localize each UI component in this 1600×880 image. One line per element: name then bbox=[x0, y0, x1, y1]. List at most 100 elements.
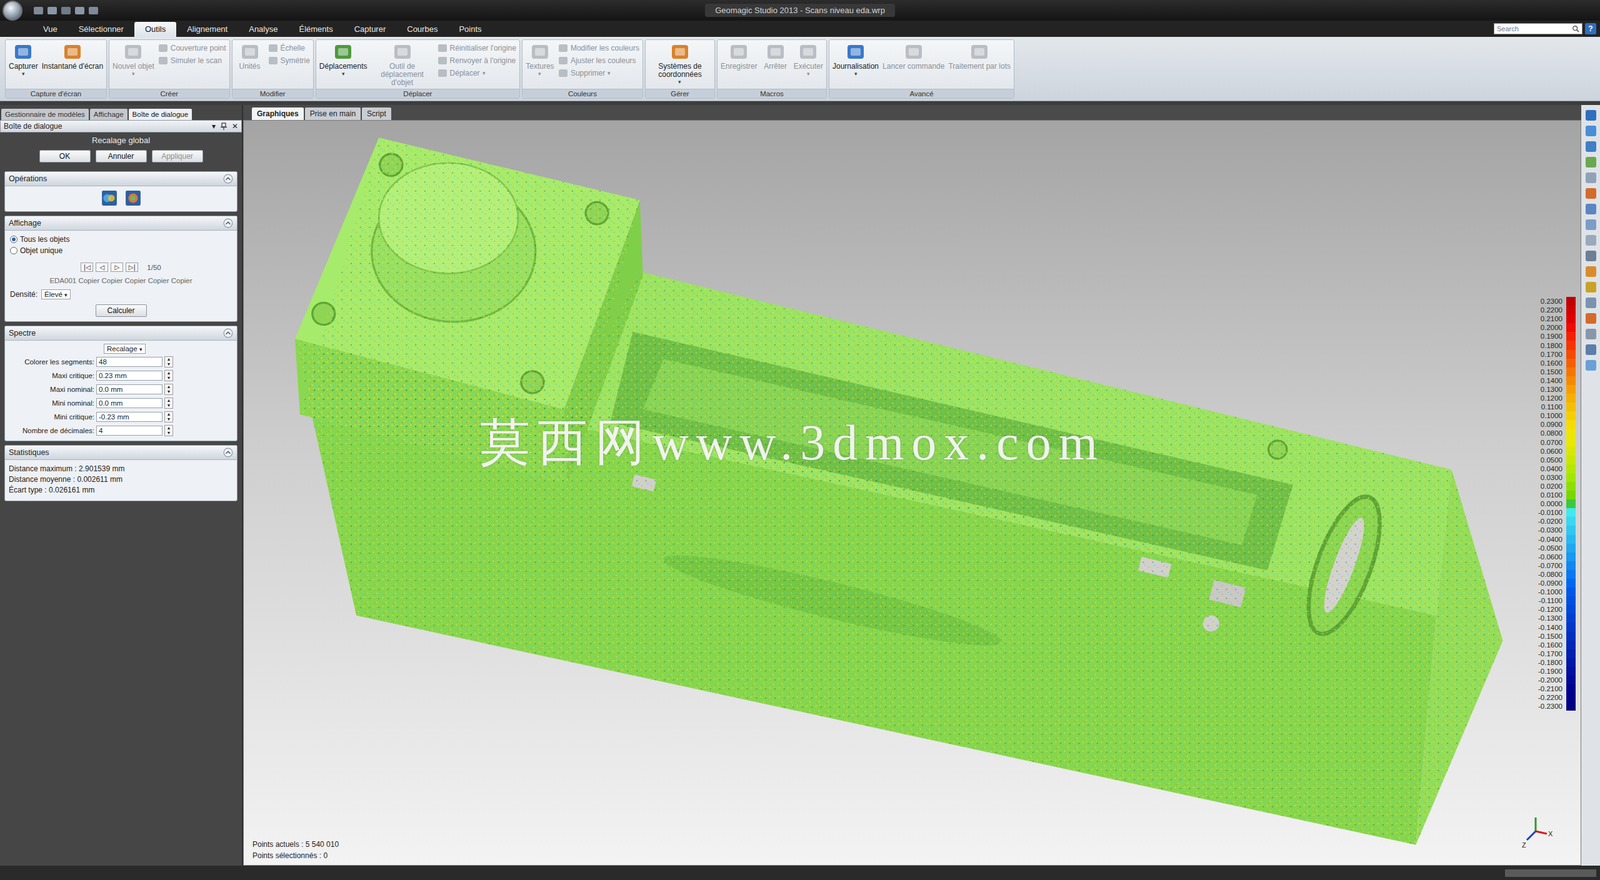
navigation-button[interactable]: ▷ bbox=[110, 262, 124, 272]
spectrum-mode-dropdown[interactable]: Recalage ▾ bbox=[103, 343, 146, 354]
collapse-icon[interactable] bbox=[223, 218, 234, 229]
navigation-button[interactable]: ◁ bbox=[95, 262, 109, 272]
align-operation-icon[interactable] bbox=[101, 190, 118, 207]
scan-model[interactable] bbox=[243, 120, 1581, 865]
ribbon-button[interactable]: Déplacements▾ bbox=[319, 41, 368, 77]
menu-tab[interactable]: Points bbox=[448, 21, 492, 37]
ribbon-button[interactable]: Lancer commande bbox=[882, 41, 945, 71]
navigation-button[interactable]: |◁ bbox=[80, 262, 94, 272]
field-input[interactable]: 4 bbox=[96, 425, 163, 436]
ribbon-button[interactable]: Exécuter▾ bbox=[793, 41, 824, 77]
density-dropdown[interactable]: Élevé ▾ bbox=[41, 289, 71, 300]
menu-tab[interactable]: Courbes bbox=[396, 21, 449, 37]
view-tool-icon[interactable] bbox=[1585, 297, 1597, 309]
view-tool-icon[interactable] bbox=[1585, 172, 1597, 184]
dialog-menu-button[interactable]: ▾ bbox=[211, 121, 216, 131]
collapse-icon[interactable] bbox=[223, 328, 234, 339]
ribbon-button[interactable]: Nouvel objet▾ bbox=[112, 41, 155, 77]
search-field[interactable]: Search bbox=[1493, 23, 1583, 35]
spinner[interactable]: ▴▾ bbox=[164, 425, 174, 437]
view-tool-icon[interactable] bbox=[1585, 141, 1597, 152]
dialog-button[interactable]: Annuler bbox=[95, 150, 147, 163]
ribbon-button[interactable]: Traitement par lots bbox=[948, 41, 1011, 71]
menu-tab[interactable]: Capturer bbox=[343, 21, 397, 37]
view-tool-icon[interactable] bbox=[1585, 266, 1597, 277]
view-tab[interactable]: Prise en main bbox=[305, 107, 361, 120]
menu-tab[interactable]: Vue bbox=[32, 21, 69, 37]
section-header[interactable]: Opérations bbox=[5, 171, 237, 187]
field-input[interactable]: 0.0 mm bbox=[96, 398, 163, 409]
spinner[interactable]: ▴▾ bbox=[164, 383, 174, 395]
ribbon-button[interactable]: Arrêter bbox=[761, 41, 790, 71]
field-input[interactable]: 0.23 mm bbox=[96, 370, 163, 381]
view-tool-icon[interactable] bbox=[1585, 235, 1597, 246]
collapse-icon[interactable] bbox=[223, 173, 234, 184]
view-tab[interactable]: Script bbox=[361, 107, 392, 120]
spinner[interactable]: ▴▾ bbox=[164, 397, 174, 409]
ribbon-small-button[interactable]: Ajuster les couleurs bbox=[558, 55, 640, 66]
ribbon-button[interactable]: Textures▾ bbox=[525, 41, 555, 77]
radio-option[interactable]: Tous les objets bbox=[10, 233, 232, 245]
view-tool-icon[interactable] bbox=[1585, 328, 1597, 340]
ribbon-small-button[interactable]: Réinitialiser l'origine bbox=[437, 43, 517, 54]
panel-tab[interactable]: Gestionnaire de modèles bbox=[1, 108, 89, 120]
view-tool-icon[interactable] bbox=[1585, 219, 1597, 230]
spinner[interactable]: ▴▾ bbox=[164, 411, 174, 423]
view-tool-icon[interactable] bbox=[1585, 110, 1597, 121]
field-input[interactable]: 48 bbox=[96, 356, 163, 367]
view-tool-icon[interactable] bbox=[1585, 281, 1597, 293]
radio-option[interactable]: Objet unique bbox=[10, 245, 232, 257]
menu-tab[interactable]: Alignement bbox=[176, 21, 239, 37]
collapse-icon[interactable] bbox=[223, 447, 234, 458]
quick-access-icon[interactable] bbox=[47, 6, 57, 15]
ribbon-small-button[interactable]: Renvoyer à l'origine bbox=[437, 55, 517, 66]
ribbon-small-button[interactable]: Échelle bbox=[268, 43, 310, 54]
ribbon-small-button[interactable]: Simuler le scan bbox=[158, 55, 227, 66]
section-header[interactable]: Spectre bbox=[5, 326, 237, 341]
ribbon-button[interactable]: Journalisation▾ bbox=[832, 41, 879, 77]
dialog-button[interactable]: OK bbox=[39, 150, 91, 163]
deviation-operation-icon[interactable] bbox=[125, 190, 142, 207]
app-menu-icon[interactable] bbox=[2, 0, 23, 21]
view-tab[interactable]: Graphiques bbox=[251, 107, 304, 120]
menu-tab[interactable]: Outils bbox=[134, 21, 177, 37]
section-header[interactable]: Statistiques bbox=[5, 445, 237, 460]
ribbon-button[interactable]: Capturer▾ bbox=[8, 41, 39, 77]
compute-button[interactable]: Calculer bbox=[95, 304, 147, 317]
ribbon-small-button[interactable]: Déplacer▾ bbox=[437, 68, 517, 79]
panel-tab[interactable]: Boîte de dialogue bbox=[128, 108, 193, 120]
ribbon-button[interactable]: Enregistrer bbox=[720, 41, 758, 71]
ribbon-button[interactable]: Outil de déplacement d'objet bbox=[371, 41, 434, 87]
view-tool-icon[interactable] bbox=[1585, 188, 1597, 199]
quick-access-icon[interactable] bbox=[75, 6, 85, 15]
menu-tab[interactable]: Analyse bbox=[238, 21, 289, 37]
spinner[interactable]: ▴▾ bbox=[164, 356, 174, 368]
pin-icon[interactable] bbox=[220, 122, 227, 130]
ribbon-small-button[interactable]: Modifier les couleurs bbox=[558, 43, 640, 54]
menu-tab[interactable]: Sélectionner bbox=[68, 21, 135, 37]
view-tool-icon[interactable] bbox=[1585, 360, 1597, 371]
view-tool-icon[interactable] bbox=[1585, 344, 1597, 355]
field-input[interactable]: -0.23 mm bbox=[96, 411, 163, 422]
ribbon-button[interactable]: Instantané d'écran bbox=[41, 41, 104, 71]
dialog-button[interactable]: Appliquer bbox=[151, 150, 204, 163]
ribbon-small-button[interactable]: Symétrie bbox=[268, 55, 310, 66]
quick-access-icon[interactable] bbox=[33, 6, 44, 15]
navigation-button[interactable]: ▷| bbox=[125, 262, 139, 272]
ribbon-button[interactable]: Unités bbox=[235, 41, 265, 71]
view-tool-icon[interactable] bbox=[1585, 156, 1597, 168]
ribbon-button[interactable]: Systèmes de coordonnées▾ bbox=[648, 41, 712, 85]
section-header[interactable]: Affichage bbox=[5, 216, 237, 231]
panel-tab[interactable]: Affichage bbox=[90, 108, 128, 120]
view-tool-icon[interactable] bbox=[1585, 203, 1597, 215]
view-tool-icon[interactable] bbox=[1585, 313, 1597, 324]
ribbon-small-button[interactable]: Couverture point bbox=[158, 43, 227, 54]
view-tool-icon[interactable] bbox=[1585, 125, 1597, 137]
field-input[interactable]: 0.0 mm bbox=[96, 384, 163, 395]
radio-button[interactable] bbox=[10, 246, 18, 255]
dialog-close-button[interactable]: ✕ bbox=[231, 121, 239, 131]
3d-viewport[interactable]: 莫西网www.3dmox.com0.23000.22000.21000.2000… bbox=[243, 120, 1582, 866]
ribbon-small-button[interactable]: Supprimer▾ bbox=[558, 68, 640, 79]
view-tool-icon[interactable] bbox=[1585, 250, 1597, 262]
radio-button[interactable] bbox=[10, 235, 18, 244]
